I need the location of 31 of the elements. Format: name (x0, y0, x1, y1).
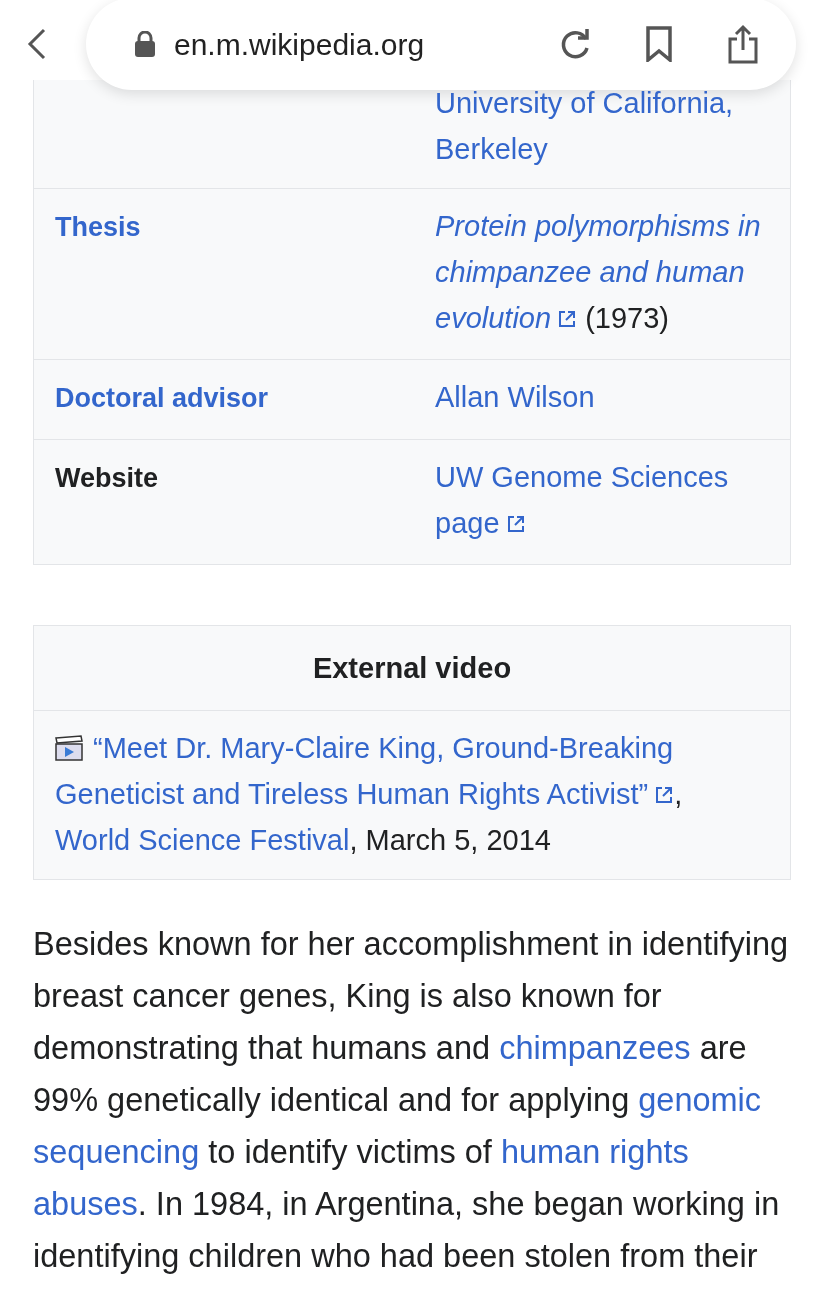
text: , (674, 778, 683, 810)
link[interactable]: UW Genome Sciences (435, 461, 729, 493)
link[interactable]: human rights (500, 1134, 689, 1170)
share-icon[interactable] (726, 24, 760, 64)
url-text: en.m.wikipedia.org (174, 26, 426, 63)
link[interactable]: Allan Wilson (435, 381, 595, 413)
thesis-title-link[interactable]: evolution (435, 302, 552, 334)
lock-icon (134, 31, 156, 57)
text: , March 5, 2014 (349, 824, 551, 856)
thesis-title-link[interactable]: Protein polymorphisms in (435, 210, 761, 242)
infobox-label: Website (55, 463, 159, 493)
infobox-label-link[interactable]: Thesis (55, 212, 141, 242)
text: (1973) (584, 302, 669, 334)
link[interactable]: Berkeley (435, 133, 548, 165)
back-chevron-icon (26, 27, 48, 61)
address-bar[interactable]: en.m.wikipedia.org (86, 0, 796, 90)
link[interactable]: genomic (638, 1082, 762, 1118)
link[interactable]: sequencing (33, 1134, 200, 1170)
link[interactable]: abuses (33, 1186, 138, 1222)
article-paragraph: Besides known for her accomplishment in identifying breast cancer genes, King is also known for demonstrating that humans and chimpanzees are 99% genetically identical and for applying genomic sequencing to identify victims of human rights abuses. In 1984, in Argentina, she began working in identifying children who had been stolen from their (33, 925, 790, 1276)
external-video-title: External video (34, 626, 790, 711)
thesis-title-link[interactable]: chimpanzee and human (435, 256, 745, 288)
link[interactable]: University of California, (435, 87, 734, 119)
link[interactable]: Geneticist and Tireless Human Rights Activist” (55, 778, 649, 810)
link[interactable]: page (435, 507, 500, 539)
infobox-label-link[interactable]: Doctoral advisor (55, 383, 269, 413)
bookmark-icon[interactable] (644, 26, 674, 62)
video-clapper-icon (55, 735, 83, 761)
link[interactable]: World Science Festival (55, 824, 350, 856)
link[interactable]: “Meet Dr. Mary-Claire King, Ground-Breaking (93, 732, 674, 764)
link[interactable]: chimpanzees (499, 1030, 691, 1066)
